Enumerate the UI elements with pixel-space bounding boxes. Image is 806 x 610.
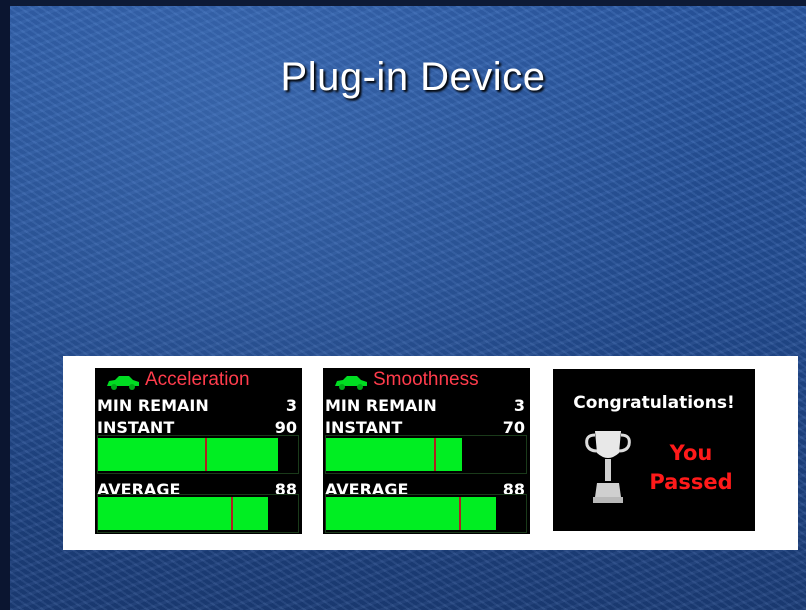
smoothness-panel: Smoothness MIN REMAIN 3 INSTANT 70 AVERA… (323, 368, 530, 534)
trophy-icon (585, 431, 631, 503)
you-passed-line2: Passed (649, 470, 733, 494)
device-screens-banner: Acceleration MIN REMAIN 3 INSTANT 90 AVE… (63, 356, 798, 550)
average-bar-marker (231, 497, 233, 530)
min-remain-label: MIN REMAIN (97, 396, 209, 415)
you-passed-line1: You (669, 441, 713, 465)
car-icon (107, 376, 139, 390)
instant-bar-fill (326, 438, 462, 471)
instant-bar-marker (434, 438, 436, 471)
smoothness-header: Smoothness (323, 368, 530, 392)
acceleration-panel: Acceleration MIN REMAIN 3 INSTANT 90 AVE… (95, 368, 302, 534)
car-icon (335, 376, 367, 390)
slide-top-edge (0, 0, 806, 6)
min-remain-value: 3 (513, 396, 525, 415)
average-bar (325, 494, 527, 533)
slide-background: Plug-in Device Acceleration MIN REMAIN 3… (0, 0, 806, 610)
congratulations-text: Congratulations! (573, 393, 735, 413)
average-bar-fill (98, 497, 268, 530)
acceleration-header: Acceleration (95, 368, 302, 392)
slide-title: Plug-in Device (280, 55, 546, 99)
instant-bar-fill (98, 438, 278, 471)
average-bar-fill (326, 497, 496, 530)
instant-bar (325, 435, 527, 474)
instant-bar-marker (205, 438, 207, 471)
smoothness-title: Smoothness (373, 369, 479, 390)
average-bar (97, 494, 299, 533)
average-bar-marker (459, 497, 461, 530)
min-remain-value: 3 (285, 396, 297, 415)
you-passed-text: You Passed (641, 439, 741, 497)
acceleration-title: Acceleration (145, 369, 250, 390)
instant-bar (97, 435, 299, 474)
min-remain-label: MIN REMAIN (325, 396, 437, 415)
result-panel: Congratulations! You Passed (553, 369, 755, 531)
